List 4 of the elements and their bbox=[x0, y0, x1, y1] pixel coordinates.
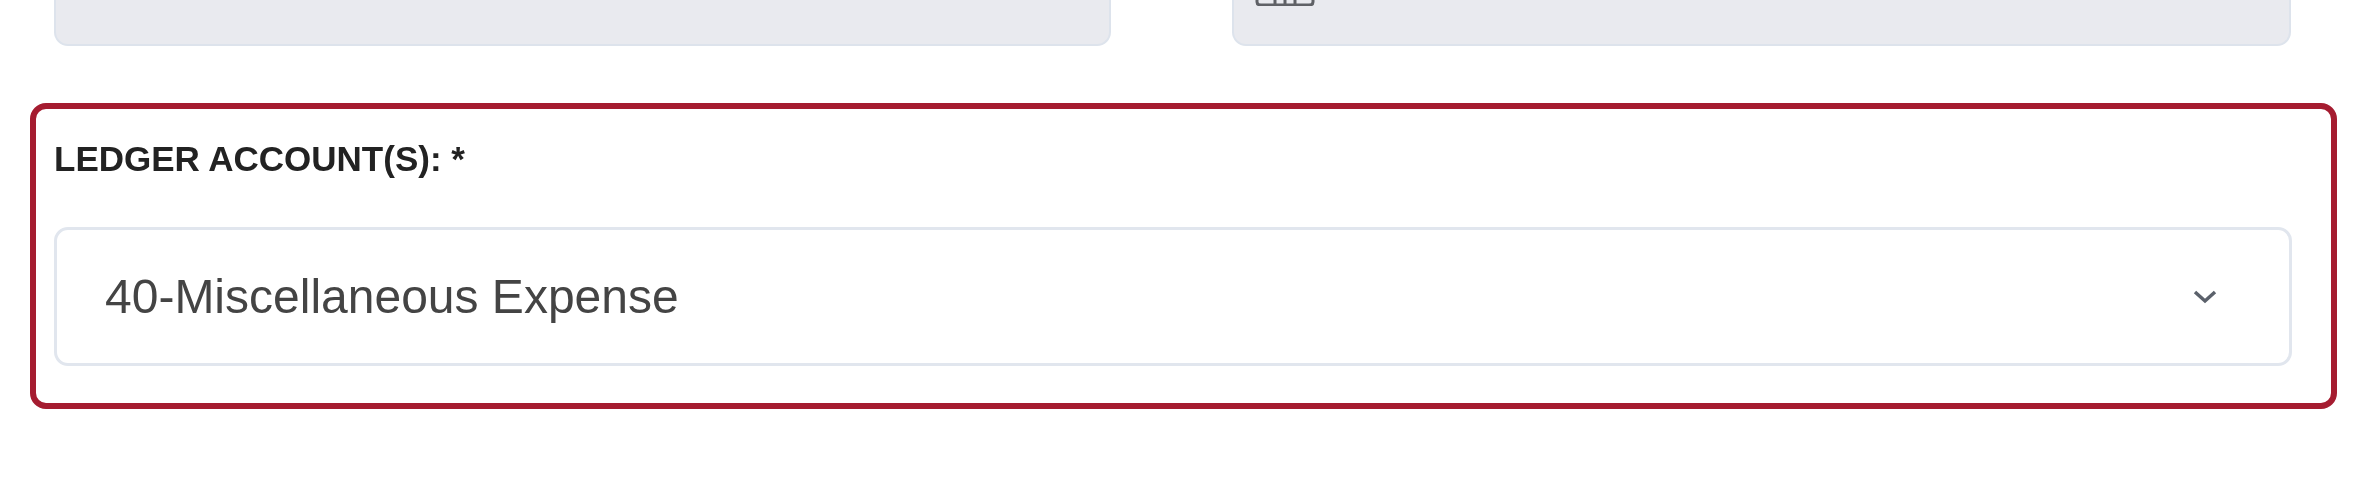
field-label: LEDGER ACCOUNT(S): * bbox=[54, 139, 465, 179]
calendar-icon bbox=[1255, 0, 1315, 6]
chevron-down-icon bbox=[2193, 289, 2217, 304]
ledger-account-select[interactable]: 40-Miscellaneous Expense bbox=[54, 227, 2292, 366]
